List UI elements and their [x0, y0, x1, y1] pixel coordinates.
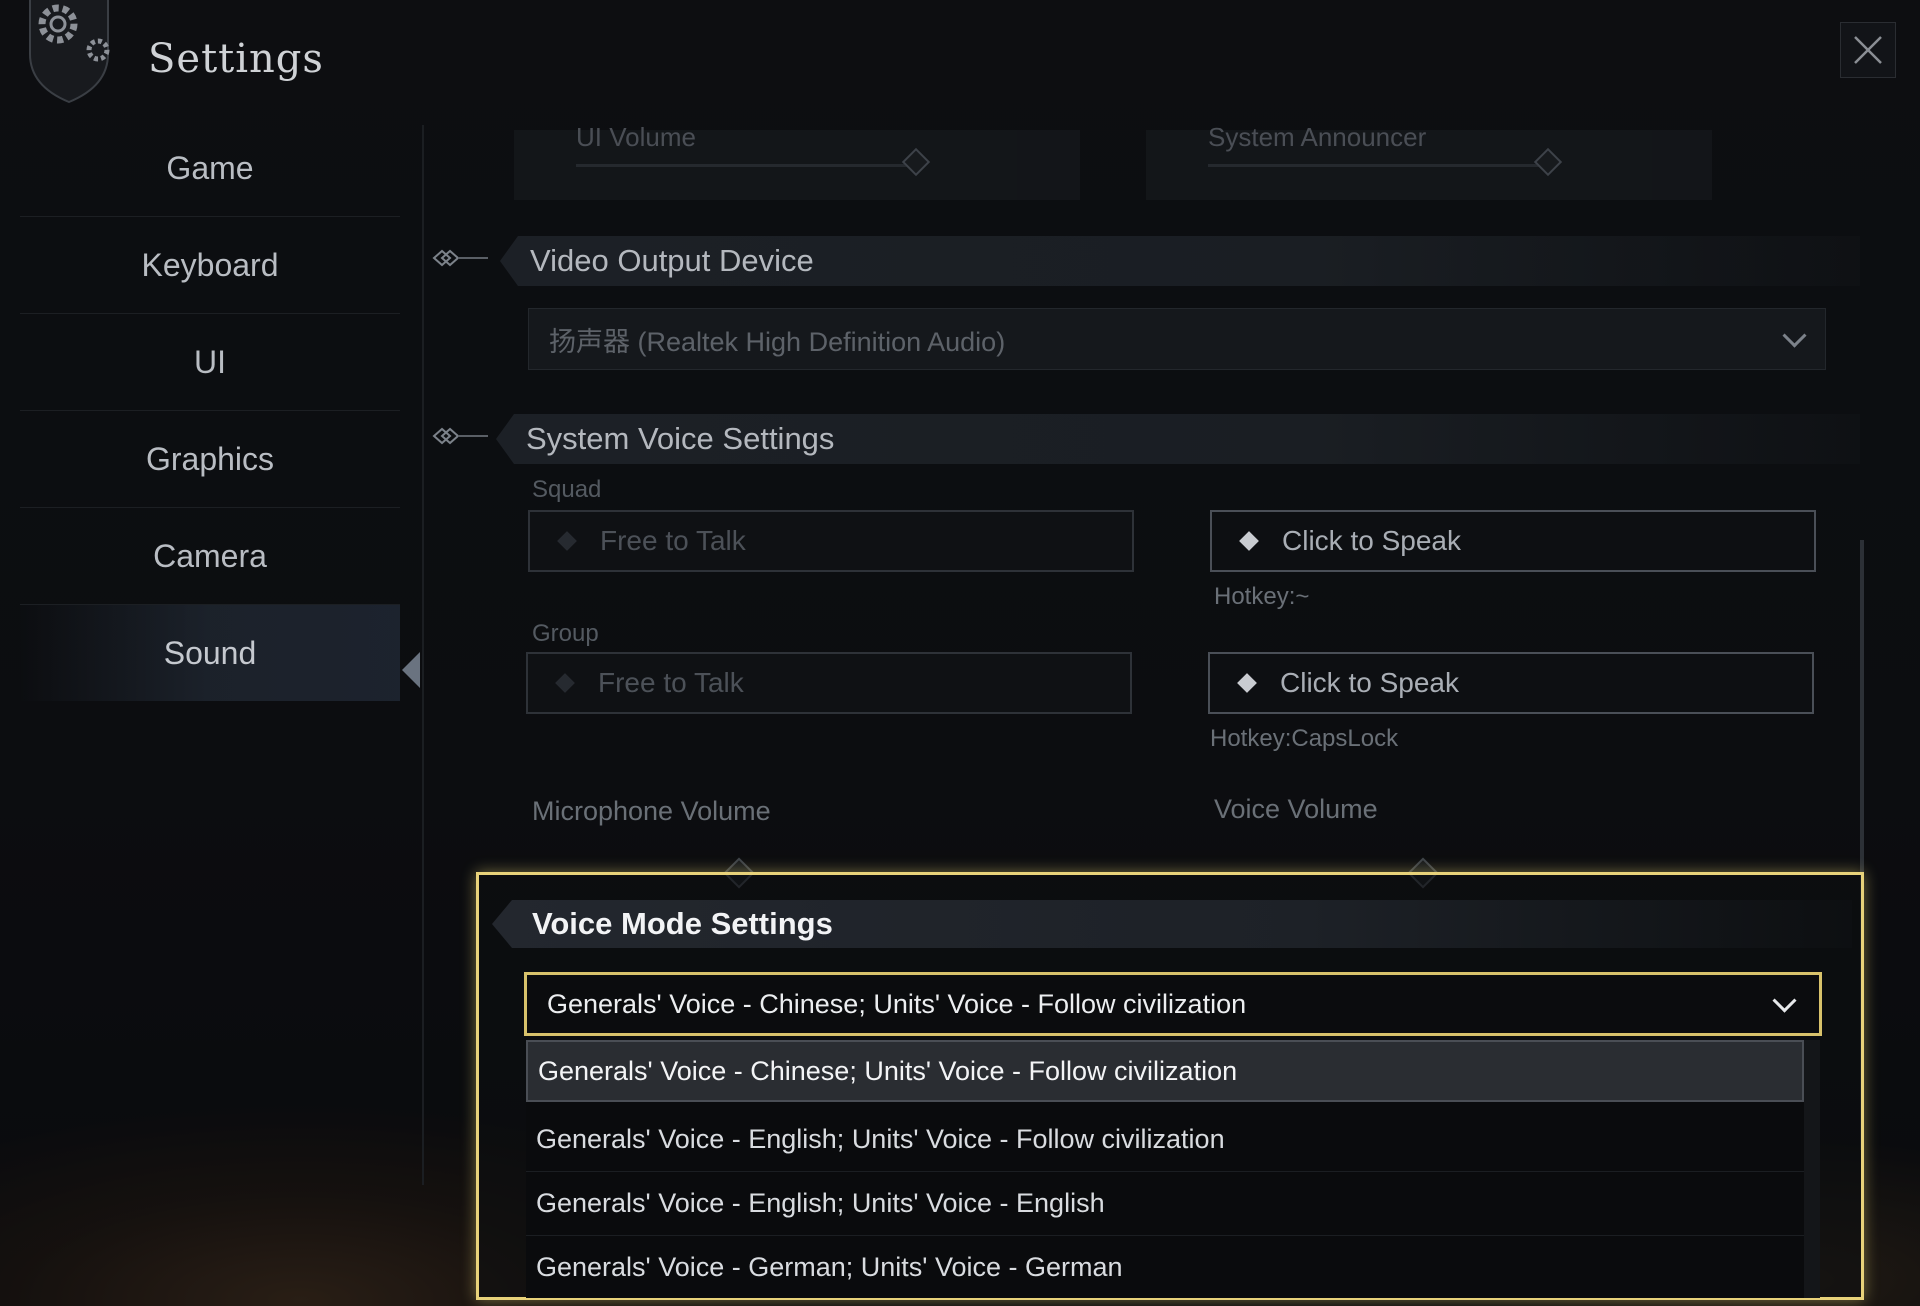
option-label: Generals' Voice - German; Units' Voice -…: [536, 1252, 1123, 1282]
video-output-section-header: Video Output Device: [500, 236, 1860, 286]
close-button[interactable]: [1840, 22, 1896, 78]
sidebar-item-label: Camera: [153, 537, 267, 574]
voice-mode-section-header: Voice Mode Settings: [492, 900, 1852, 948]
sidebar-item-ui[interactable]: UI: [20, 314, 400, 411]
voice-mode-option[interactable]: Generals' Voice - Chinese; Units' Voice …: [526, 1040, 1804, 1102]
sidebar-item-label: Sound: [163, 634, 257, 671]
system-announcer-slider-card: System Announcer: [1146, 122, 1712, 200]
sidebar-item-label: UI: [194, 343, 226, 380]
option-label: Click to Speak: [1280, 667, 1459, 698]
active-tab-indicator: [402, 652, 420, 688]
sidebar-item-game[interactable]: Game: [20, 120, 400, 217]
voice-mode-list-scrollbar[interactable]: [1804, 1040, 1820, 1298]
squad-label: Squad: [532, 476, 602, 503]
system-voice-heading: System Voice Settings: [526, 421, 835, 456]
voice-mode-selected-value: Generals' Voice - Chinese; Units' Voice …: [547, 988, 1247, 1019]
voice-mode-heading: Voice Mode Settings: [532, 906, 833, 941]
squad-hotkey: Hotkey:~: [1214, 583, 1310, 610]
group-label: Group: [532, 620, 599, 647]
system-voice-section-header: System Voice Settings: [496, 414, 1860, 464]
voice-mode-option[interactable]: Generals' Voice - English; Units' Voice …: [526, 1108, 1804, 1172]
voice-mode-options-list: Generals' Voice - Chinese; Units' Voice …: [526, 1040, 1804, 1298]
sidebar-item-label: Graphics: [145, 440, 275, 477]
ui-volume-label: UI Volume: [576, 122, 696, 152]
section-ornament-icon: [432, 249, 488, 267]
squad-click-to-speak-option[interactable]: Click to Speak: [1210, 510, 1816, 572]
chevron-down-icon: [1772, 988, 1797, 1013]
option-label: Generals' Voice - English; Units' Voice …: [536, 1188, 1105, 1218]
radio-diamond-icon: [557, 531, 577, 551]
sidebar-item-keyboard[interactable]: Keyboard: [20, 217, 400, 314]
option-label: Generals' Voice - English; Units' Voice …: [536, 1124, 1225, 1154]
option-label: Click to Speak: [1282, 525, 1461, 556]
sidebar-item-camera[interactable]: Camera: [20, 508, 400, 605]
option-label: Generals' Voice - Chinese; Units' Voice …: [538, 1055, 1238, 1086]
ui-volume-knob[interactable]: [901, 147, 931, 177]
sidebar-divider: [422, 125, 424, 1185]
video-output-value: 扬声器 (Realtek High Definition Audio): [549, 326, 1006, 357]
voice-mode-option[interactable]: Generals' Voice - English; Units' Voice …: [526, 1172, 1804, 1236]
sidebar-item-sound[interactable]: Sound: [20, 605, 400, 701]
settings-gear-icon: [29, 0, 110, 104]
chevron-down-icon: [1782, 323, 1807, 348]
ui-volume-slider-card: UI Volume: [514, 122, 1080, 200]
group-hotkey: Hotkey:CapsLock: [1210, 725, 1399, 752]
section-ornament-icon: [432, 427, 488, 445]
radio-diamond-icon: [1237, 673, 1257, 693]
ui-volume-track[interactable]: [576, 164, 916, 167]
close-icon: [1854, 36, 1882, 64]
sidebar-item-label: Game: [166, 149, 254, 186]
option-label: Free to Talk: [600, 525, 746, 556]
voice-mode-option[interactable]: Generals' Voice - German; Units' Voice -…: [526, 1236, 1804, 1298]
system-announcer-track[interactable]: [1208, 164, 1548, 167]
option-label: Free to Talk: [598, 667, 744, 698]
sidebar-item-graphics[interactable]: Graphics: [20, 411, 400, 508]
squad-free-to-talk-option[interactable]: Free to Talk: [528, 510, 1134, 572]
group-free-to-talk-option[interactable]: Free to Talk: [526, 652, 1132, 714]
voice-volume-label: Voice Volume: [1214, 794, 1378, 824]
voice-mode-dropdown[interactable]: Generals' Voice - Chinese; Units' Voice …: [524, 972, 1822, 1036]
radio-diamond-icon: [1239, 531, 1259, 551]
system-announcer-label: System Announcer: [1208, 122, 1427, 152]
group-click-to-speak-option[interactable]: Click to Speak: [1208, 652, 1814, 714]
video-output-dropdown[interactable]: 扬声器 (Realtek High Definition Audio): [528, 308, 1826, 370]
radio-diamond-icon: [555, 673, 575, 693]
page-title: Settings: [148, 36, 324, 82]
settings-sidebar: Game Keyboard UI Graphics Camera Sound: [0, 120, 424, 701]
system-announcer-knob[interactable]: [1533, 147, 1563, 177]
sidebar-item-label: Keyboard: [141, 246, 279, 283]
microphone-volume-label: Microphone Volume: [532, 796, 771, 826]
video-output-heading: Video Output Device: [530, 243, 814, 278]
